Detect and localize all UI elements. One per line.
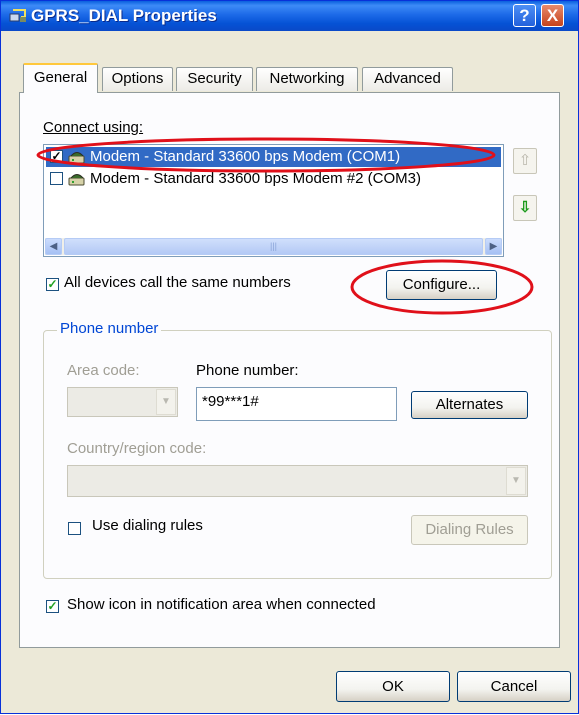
connect-using-label: Connect using: bbox=[43, 119, 144, 136]
arrow-down-icon: ⇩ bbox=[518, 199, 532, 216]
configure-button[interactable]: Configure... bbox=[386, 270, 497, 300]
chevron-down-icon: ▼ bbox=[506, 467, 526, 495]
device-label: Modem - Standard 33600 bps Modem (COM1) bbox=[90, 148, 401, 165]
move-up-button[interactable]: ⇧ bbox=[513, 148, 537, 174]
list-item[interactable]: Modem - Standard 33600 bps Modem #2 (COM… bbox=[46, 169, 501, 189]
close-button[interactable]: X bbox=[541, 4, 564, 27]
move-down-button[interactable]: ⇩ bbox=[513, 195, 537, 221]
dialing-rules-button[interactable]: Dialing Rules bbox=[411, 515, 528, 545]
scroll-thumb[interactable]: ||| bbox=[64, 238, 483, 255]
chevron-down-icon: ▼ bbox=[156, 389, 176, 415]
device-label: Modem - Standard 33600 bps Modem #2 (COM… bbox=[90, 170, 421, 187]
country-region-select[interactable]: ▼ bbox=[67, 465, 528, 497]
alternates-button[interactable]: Alternates bbox=[411, 391, 528, 419]
tab-security[interactable]: Security bbox=[176, 67, 253, 91]
device-list[interactable]: ✓ Modem - Standard 33600 bps Modem (COM1… bbox=[43, 144, 504, 257]
phone-number-group-label: Phone number bbox=[57, 320, 162, 337]
help-button[interactable]: ? bbox=[513, 4, 536, 27]
area-code-select[interactable]: ▼ bbox=[67, 387, 178, 417]
cancel-button[interactable]: Cancel bbox=[457, 671, 571, 702]
ok-button[interactable]: OK bbox=[336, 671, 450, 702]
properties-dialog: GPRS_DIAL Properties ? X General Options… bbox=[0, 0, 579, 714]
dialing-rules-label: Use dialing rules bbox=[92, 517, 203, 534]
horizontal-scrollbar[interactable]: ◀ ||| ▶ bbox=[45, 238, 502, 255]
list-item[interactable]: ✓ Modem - Standard 33600 bps Modem (COM1… bbox=[46, 147, 501, 167]
device-checkbox[interactable] bbox=[50, 172, 63, 185]
phone-number-label: Phone number: bbox=[196, 362, 299, 379]
window-title: GPRS_DIAL Properties bbox=[31, 6, 217, 25]
tab-general[interactable]: General bbox=[23, 63, 98, 93]
tab-networking[interactable]: Networking bbox=[256, 67, 358, 91]
connection-icon bbox=[9, 9, 26, 22]
area-code-label: Area code: bbox=[67, 362, 140, 379]
modem-icon bbox=[68, 152, 85, 164]
show-icon-checkbox[interactable]: ✓ bbox=[46, 600, 59, 613]
tab-options[interactable]: Options bbox=[102, 67, 173, 91]
show-icon-label: Show icon in notification area when conn… bbox=[67, 596, 376, 613]
arrow-up-icon: ⇧ bbox=[518, 152, 532, 169]
tab-advanced[interactable]: Advanced bbox=[362, 67, 453, 91]
country-region-label: Country/region code: bbox=[67, 440, 207, 457]
scroll-left-icon[interactable]: ◀ bbox=[45, 238, 62, 255]
same-numbers-checkbox[interactable]: ✓ bbox=[46, 278, 59, 291]
title-bar[interactable]: GPRS_DIAL Properties ? X bbox=[1, 1, 578, 31]
same-numbers-label: All devices call the same numbers bbox=[64, 274, 291, 291]
phone-number-input[interactable]: *99***1# bbox=[196, 387, 397, 421]
modem-icon bbox=[68, 174, 85, 186]
scroll-right-icon[interactable]: ▶ bbox=[485, 238, 502, 255]
device-checkbox[interactable]: ✓ bbox=[50, 150, 63, 163]
dialing-rules-checkbox[interactable] bbox=[68, 522, 81, 535]
